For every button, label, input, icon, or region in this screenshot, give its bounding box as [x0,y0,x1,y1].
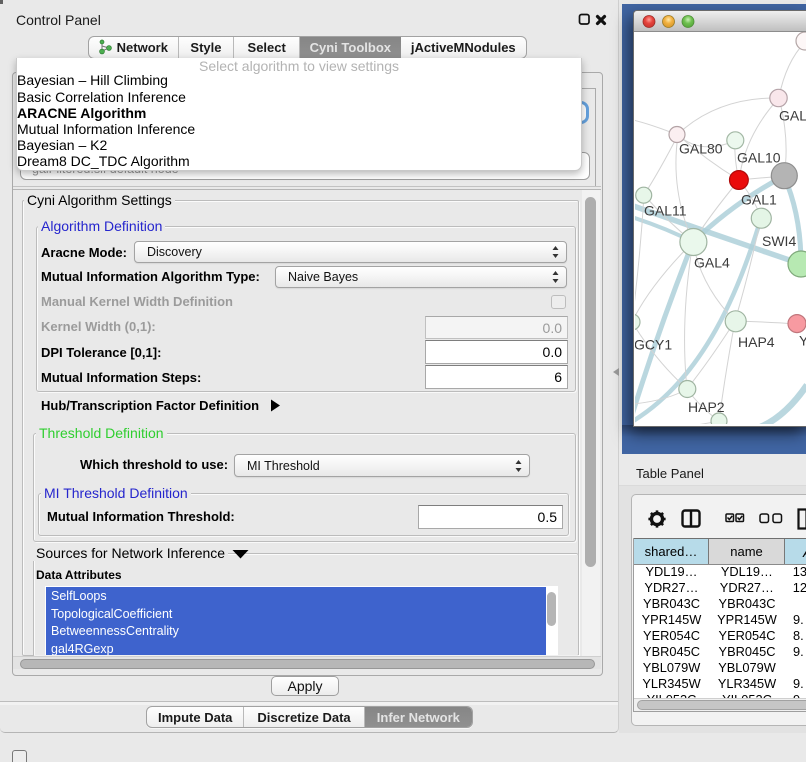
svg-text:GAL11: GAL11 [644,203,687,219]
svg-text:HAP2: HAP2 [688,399,725,415]
svg-text:GAL7: GAL7 [779,108,806,124]
svg-text:GAL1: GAL1 [741,192,777,208]
svg-text:GAL80: GAL80 [679,141,723,157]
svg-text:GAL4: GAL4 [694,255,730,271]
svg-text:Y: Y [799,333,806,349]
svg-text:HAP4: HAP4 [738,334,775,350]
svg-text:SWI4: SWI4 [762,233,796,249]
svg-text:GAL10: GAL10 [737,150,781,166]
svg-text:GCY1: GCY1 [635,337,672,353]
